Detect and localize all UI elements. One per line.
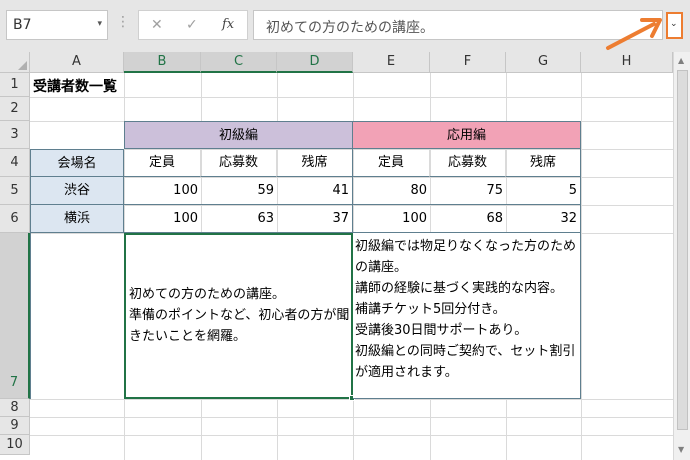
scroll-down-icon[interactable]: ▼ — [678, 445, 684, 454]
gridline — [30, 417, 673, 418]
column-header-b[interactable]: B — [124, 52, 201, 73]
data-cell[interactable]: 32 — [506, 205, 581, 233]
note-line: が適用されます。 — [355, 365, 458, 380]
row-header-7[interactable]: 7 — [0, 233, 30, 399]
data-cell[interactable]: 59 — [201, 177, 277, 205]
column-header-f[interactable]: F — [430, 52, 506, 73]
subheader-capacity-basic[interactable]: 定員 — [124, 149, 201, 177]
note-cell-advanced[interactable]: 初級編では物足りなくなった方のため の講座。 講師の経験に基づく実践的な内容。 … — [353, 233, 581, 399]
row-header-8[interactable]: 8 — [0, 399, 30, 417]
formula-input[interactable]: 初めての方のための講座。 — [253, 10, 663, 40]
subheader-remaining-advanced[interactable]: 残席 — [506, 149, 581, 177]
data-cell[interactable]: 100 — [353, 205, 430, 233]
name-box[interactable]: B7 ▾ — [6, 10, 108, 40]
column-header-g[interactable]: G — [506, 52, 581, 73]
annotation-arrow-icon — [606, 18, 662, 50]
cell-border — [30, 233, 31, 399]
row-header-5[interactable]: 5 — [0, 177, 30, 205]
formula-text: 初めての方のための講座。 — [266, 20, 434, 36]
note-line: 補講チケット5回分付き。 — [355, 302, 506, 317]
venue-cell[interactable]: 渋谷 — [30, 177, 124, 205]
column-header-a[interactable]: A — [30, 52, 124, 73]
vertical-scrollbar[interactable]: ▲ ▼ — [673, 52, 690, 460]
scroll-up-icon[interactable]: ▲ — [678, 56, 684, 65]
name-box-value: B7 — [13, 17, 32, 33]
note-cell-basic[interactable]: 初めての方のための講座。 準備のポイントなど、初心者の方が聞 きたいことを網羅。 — [124, 233, 353, 399]
enter-icon[interactable]: ✓ — [186, 17, 198, 33]
note-line: 初級編では物足りなくなった方のため — [355, 239, 577, 254]
formula-bar: B7 ▾ ⋮ ✕ ✓ fx 初めての方のための講座。 ⌄ — [0, 0, 690, 52]
column-header-h[interactable]: H — [581, 52, 673, 73]
data-cell[interactable]: 80 — [353, 177, 430, 205]
data-cell[interactable]: 63 — [201, 205, 277, 233]
expand-formula-bar-button[interactable]: ⌄ — [666, 12, 683, 39]
formula-bar-grip-icon[interactable]: ⋮ — [116, 14, 130, 30]
note-line: 講師の経験に基づく実践的な内容。 — [355, 281, 564, 296]
column-header-e[interactable]: E — [353, 52, 430, 73]
group-header-advanced[interactable]: 応用編 — [353, 121, 581, 149]
insert-function-icon[interactable]: fx — [222, 17, 234, 32]
subheader-applicants-advanced[interactable]: 応募数 — [430, 149, 506, 177]
data-cell[interactable]: 41 — [277, 177, 353, 205]
column-header-c[interactable]: C — [201, 52, 277, 73]
gridline — [30, 435, 673, 436]
note-line: 初めての方のための講座。 — [129, 287, 286, 302]
gridline — [30, 97, 673, 98]
note-line: 初級編との同時ご契約で、セット割引 — [355, 344, 576, 359]
data-cell[interactable]: 75 — [430, 177, 506, 205]
row-header-6[interactable]: 6 — [0, 205, 30, 233]
data-cell[interactable]: 68 — [430, 205, 506, 233]
select-all-corner[interactable] — [0, 52, 30, 73]
row-header-9[interactable]: 9 — [0, 417, 30, 435]
note-line: 準備のポイントなど、初心者の方が聞 — [129, 308, 350, 323]
group-header-basic[interactable]: 初級編 — [124, 121, 353, 149]
formula-buttons: ✕ ✓ fx — [138, 10, 248, 40]
data-cell[interactable]: 5 — [506, 177, 581, 205]
data-cell[interactable]: 100 — [124, 177, 201, 205]
subheader-remaining-basic[interactable]: 残席 — [277, 149, 353, 177]
data-cell[interactable]: 100 — [124, 205, 201, 233]
venue-cell[interactable]: 横浜 — [30, 205, 124, 233]
venue-header[interactable]: 会場名 — [30, 149, 124, 177]
column-header-d[interactable]: D — [277, 52, 353, 73]
note-line: の講座。 — [355, 260, 408, 275]
data-cell[interactable]: 37 — [277, 205, 353, 233]
note-line: 受講後30日間サポートあり。 — [355, 323, 528, 338]
gridline — [581, 73, 582, 460]
row-header-1[interactable]: 1 — [0, 73, 30, 97]
cancel-icon[interactable]: ✕ — [151, 17, 163, 33]
note-line: きたいことを網羅。 — [129, 329, 247, 344]
spreadsheet-grid[interactable]: A B C D E F G H 1 2 3 4 5 6 7 8 9 10 受講者… — [0, 52, 690, 460]
subheader-capacity-advanced[interactable]: 定員 — [353, 149, 430, 177]
row-header-4[interactable]: 4 — [0, 149, 30, 177]
chevron-down-icon: ⌄ — [670, 19, 678, 29]
sheet-title[interactable]: 受講者数一覧 — [33, 76, 117, 96]
row-header-10[interactable]: 10 — [0, 435, 30, 455]
row-header-2[interactable]: 2 — [0, 97, 30, 121]
row-header-3[interactable]: 3 — [0, 121, 30, 149]
name-box-dropdown-icon[interactable]: ▾ — [97, 19, 102, 29]
subheader-applicants-basic[interactable]: 応募数 — [201, 149, 277, 177]
scroll-thumb[interactable] — [677, 70, 688, 430]
